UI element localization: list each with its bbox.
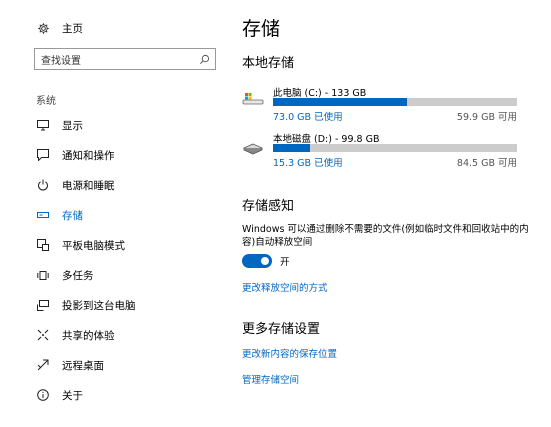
search-icon[interactable] — [195, 50, 213, 68]
change-free-space-link[interactable]: 更改释放空间的方式 — [242, 280, 328, 294]
change-save-location-link[interactable]: 更改新内容的保存位置 — [242, 346, 337, 360]
sidebar-item-label: 显示 — [62, 119, 83, 132]
info-icon — [36, 388, 50, 402]
sidebar-item-label: 电源和睡眠 — [62, 179, 115, 192]
drive-name: 本地磁盘 (D:) - 99.8 GB — [273, 134, 380, 145]
drive-free-text: 84.5 GB 可用 — [456, 158, 517, 169]
drive-c-tile[interactable]: 此电脑 (C:) - 133 GB 73.0 GB 已使用 59.9 GB 可用 — [242, 85, 532, 125]
monitor-icon — [36, 118, 50, 132]
sidebar-item-notifications[interactable]: 通知和操作 — [36, 147, 115, 163]
home-label: 主页 — [62, 22, 83, 35]
shared-experiences-icon — [36, 328, 50, 342]
drive-usage-bar — [273, 144, 517, 152]
sidebar-item-about[interactable]: 关于 — [36, 387, 83, 403]
sidebar-item-shared-experiences[interactable]: 共享的体验 — [36, 327, 115, 343]
sidebar-item-label: 通知和操作 — [62, 149, 115, 162]
drive-name: 此电脑 (C:) - 133 GB — [273, 88, 367, 99]
sidebar-item-label: 投影到这台电脑 — [62, 299, 136, 312]
page-title: 存储 — [242, 18, 281, 40]
search-field[interactable]: 查找设置 — [34, 48, 216, 70]
drive-used-text: 73.0 GB 已使用 — [273, 112, 343, 123]
drive-usage-bar — [273, 98, 517, 106]
storage-sense-toggle[interactable] — [242, 254, 272, 268]
storage-sense-description: Windows 可以通过删除不需要的文件(例如临时文件和回收站中的内容)自动释放… — [242, 224, 529, 248]
section-title-storage-sense: 存储感知 — [242, 199, 295, 214]
remote-desktop-icon — [36, 358, 50, 372]
sidebar-item-power[interactable]: 电源和睡眠 — [36, 177, 115, 193]
sidebar-item-label: 存储 — [62, 209, 83, 222]
sidebar-item-label: 多任务 — [62, 269, 94, 282]
sidebar-item-storage[interactable]: 存储 — [36, 207, 83, 223]
manage-storage-spaces-link[interactable]: 管理存储空间 — [242, 372, 299, 386]
sidebar-item-display[interactable]: 显示 — [36, 117, 83, 133]
storage-icon — [36, 208, 50, 222]
drive-used-text: 15.3 GB 已使用 — [273, 158, 343, 169]
storage-sense-toggle-row: 开 — [242, 254, 290, 268]
sidebar-item-label: 关于 — [62, 389, 83, 402]
sidebar-item-projecting[interactable]: 投影到这台电脑 — [36, 297, 136, 313]
notification-icon — [36, 148, 50, 162]
this-pc-drive-icon — [242, 91, 264, 109]
local-disk-icon — [242, 137, 264, 155]
power-icon — [36, 178, 50, 192]
search-input[interactable]: 查找设置 — [41, 52, 195, 67]
projecting-icon — [36, 298, 50, 312]
drive-usage-fill — [273, 144, 311, 152]
toggle-state-label: 开 — [280, 257, 290, 268]
drive-usage-fill — [273, 98, 407, 106]
gear-icon — [36, 21, 50, 35]
tablet-mode-icon — [36, 238, 50, 252]
toggle-knob — [261, 257, 269, 265]
sidebar: 主页 查找设置 系统 显示 通知和操作 电源和睡眠 存储 平板电脑模式 多任务 … — [0, 0, 228, 427]
home-link[interactable]: 主页 — [36, 20, 83, 36]
drive-free-text: 59.9 GB 可用 — [456, 112, 517, 123]
section-title-local-storage: 本地存储 — [242, 56, 295, 71]
main-content: 存储 本地存储 此电脑 (C:) - 133 GB 73.0 GB 已使用 59… — [242, 0, 542, 427]
drive-d-tile[interactable]: 本地磁盘 (D:) - 99.8 GB 15.3 GB 已使用 84.5 GB … — [242, 131, 532, 171]
multitasking-icon — [36, 268, 50, 282]
sidebar-item-label: 共享的体验 — [62, 329, 115, 342]
group-title-system: 系统 — [36, 96, 56, 107]
section-title-more-storage-settings: 更多存储设置 — [242, 322, 321, 337]
sidebar-item-label: 平板电脑模式 — [62, 239, 125, 252]
sidebar-item-multitasking[interactable]: 多任务 — [36, 267, 94, 283]
sidebar-item-tablet-mode[interactable]: 平板电脑模式 — [36, 237, 125, 253]
sidebar-item-remote-desktop[interactable]: 远程桌面 — [36, 357, 104, 373]
sidebar-item-label: 远程桌面 — [62, 359, 104, 372]
